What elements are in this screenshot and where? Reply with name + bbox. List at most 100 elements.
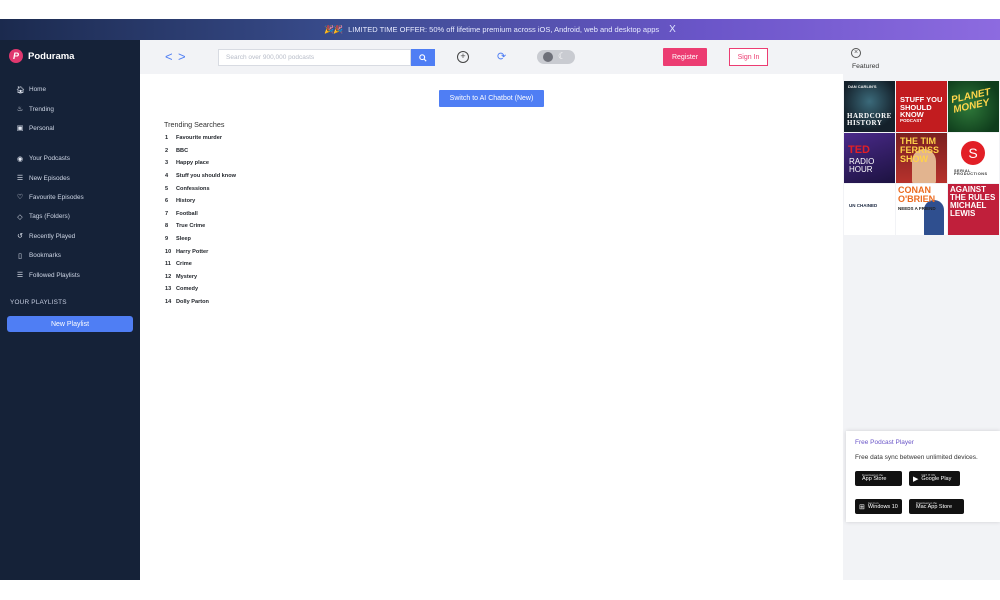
back-arrow-icon[interactable]: < bbox=[165, 49, 173, 64]
windows-store-button[interactable]: ⊞ Get it on Windows 10 bbox=[855, 499, 902, 514]
item-number: 13 bbox=[165, 286, 172, 293]
search-button[interactable] bbox=[411, 49, 435, 66]
sign-in-button[interactable]: Sign In bbox=[729, 48, 768, 66]
sidebar: P Podurama 🏠︎ Home ♨ Trending ▣ Personal… bbox=[0, 40, 140, 580]
item-label: History bbox=[176, 198, 196, 205]
register-button[interactable]: Register bbox=[663, 48, 707, 66]
main-content: Switch to AI Chatbot (New) Trending Sear… bbox=[140, 74, 843, 580]
list-item[interactable]: 1 Favourite murder bbox=[165, 132, 236, 145]
tile-title: PLANET MONEY bbox=[950, 86, 992, 116]
list-item[interactable]: 6 History bbox=[165, 195, 236, 208]
search-input[interactable] bbox=[218, 49, 411, 66]
dark-mode-toggle[interactable]: ☾ bbox=[537, 50, 575, 64]
google-play-button[interactable]: ▶ GET IT ON Google Play bbox=[909, 471, 960, 486]
refresh-icon[interactable]: ⟳ bbox=[497, 50, 506, 63]
list-icon: ☰ bbox=[16, 175, 24, 183]
list-item[interactable]: 11 Crime bbox=[165, 258, 236, 271]
search-icon bbox=[419, 53, 427, 62]
close-promo-icon[interactable]: X bbox=[669, 24, 676, 35]
gift-icon: ▣ bbox=[16, 125, 24, 133]
sidebar-item-personal[interactable]: ▣ Personal bbox=[16, 119, 55, 138]
item-label: Comedy bbox=[176, 286, 199, 293]
history-icon: ↺ bbox=[17, 233, 23, 241]
playlists-heading: YOUR PLAYLISTS bbox=[10, 299, 67, 306]
list-item[interactable]: 2 BBC bbox=[165, 145, 236, 158]
toggle-knob bbox=[543, 52, 553, 62]
item-label: Mystery bbox=[176, 273, 198, 280]
item-label: Harry Potter bbox=[176, 248, 209, 255]
player-card-title[interactable]: Free Podcast Player bbox=[855, 439, 914, 446]
flame-icon: ♨ bbox=[16, 106, 24, 114]
player-card-description: Free data sync between unlimited devices… bbox=[855, 454, 978, 461]
item-label: Crime bbox=[176, 261, 192, 268]
sidebar-item-recently-played[interactable]: ↺ Recently Played bbox=[16, 227, 84, 246]
sidebar-item-label: Tags (Folders) bbox=[29, 213, 70, 221]
list-item[interactable]: 4 Stuff you should know bbox=[165, 170, 236, 183]
tile-subtitle: NEEDS A FRIEND bbox=[898, 206, 936, 212]
list-item[interactable]: 13 Comedy bbox=[165, 283, 236, 296]
mac-app-store-button[interactable]: Download on the Mac App Store bbox=[909, 499, 964, 514]
app-store-button[interactable]: Download on the App Store bbox=[855, 471, 902, 486]
list-item[interactable]: 9 Sleep bbox=[165, 233, 236, 246]
sidebar-item-your-podcasts[interactable]: ◉ Your Podcasts bbox=[16, 149, 84, 168]
forward-arrow-icon[interactable]: > bbox=[178, 49, 186, 64]
item-number: 10 bbox=[165, 248, 172, 255]
item-label: BBC bbox=[176, 147, 189, 154]
item-number: 12 bbox=[165, 273, 172, 280]
featured-heading: Featured bbox=[852, 63, 880, 70]
featured-tile-tim-ferriss-show[interactable]: THE TIM FERRISS SHOW bbox=[896, 132, 947, 184]
close-featured-icon[interactable]: × bbox=[851, 48, 861, 58]
featured-tile-unchained[interactable]: UN CHAINED bbox=[844, 184, 895, 235]
sidebar-item-tags[interactable]: ◇ Tags (Folders) bbox=[16, 207, 84, 226]
list-item[interactable]: 5 Confessions bbox=[165, 182, 236, 195]
list-item[interactable]: 8 True Crime bbox=[165, 220, 236, 233]
new-playlist-button[interactable]: New Playlist bbox=[7, 316, 133, 332]
sidebar-item-bookmarks[interactable]: ▯ Bookmarks bbox=[16, 246, 84, 265]
item-label: True Crime bbox=[176, 223, 206, 230]
sidebar-item-label: Recently Played bbox=[29, 232, 76, 240]
item-number: 11 bbox=[165, 261, 171, 268]
podurama-logo-icon: P bbox=[9, 49, 23, 63]
list-item[interactable]: 10 Harry Potter bbox=[165, 245, 236, 258]
list-icon: ☰ bbox=[16, 272, 24, 280]
list-item[interactable]: 12 Mystery bbox=[165, 271, 236, 284]
serial-logo-icon: S bbox=[961, 140, 985, 165]
ai-chatbot-button[interactable]: Switch to AI Chatbot (New) bbox=[439, 90, 544, 107]
promo-text[interactable]: LIMITED TIME OFFER: 50% off lifetime pre… bbox=[348, 25, 659, 34]
promo-banner[interactable]: 🎉🎉 LIMITED TIME OFFER: 50% off lifetime … bbox=[0, 19, 1000, 40]
tile-title: THE TIM FERRISS SHOW bbox=[900, 135, 940, 164]
app-name: Podurama bbox=[28, 50, 75, 62]
app-logo[interactable]: P Podurama bbox=[9, 49, 74, 63]
featured-tile-against-the-rules[interactable]: AGAINST THE RULES MICHAEL LEWIS bbox=[948, 184, 999, 235]
sidebar-item-new-episodes[interactable]: ☰ New Episodes bbox=[16, 168, 84, 187]
featured-tile-planet-money[interactable]: PLANET MONEY bbox=[948, 81, 999, 132]
list-item[interactable]: 3 Happy place bbox=[165, 157, 236, 170]
top-bar: < > + ⟳ ☾ Register Sign In bbox=[140, 40, 843, 74]
sidebar-item-label: Personal bbox=[29, 124, 55, 132]
item-label: Stuff you should know bbox=[176, 173, 236, 180]
featured-tile-hardcore-history[interactable]: DAN CARLIN'S HARDCORE HISTORY bbox=[844, 81, 895, 132]
trending-searches-list: 1 Favourite murder 2 BBC 3 Happy place 4 Stu… bbox=[165, 132, 236, 308]
featured-tile-ted-radio-hour[interactable]: TED RADIO HOUR bbox=[844, 132, 895, 184]
sidebar-item-label: Trending bbox=[29, 105, 54, 113]
bottom-margin bbox=[0, 580, 1000, 600]
bookmark-icon: ▯ bbox=[18, 252, 22, 260]
item-number: 3 bbox=[165, 160, 169, 167]
sidebar-item-trending[interactable]: ♨ Trending bbox=[16, 99, 54, 118]
tile-title: CONAN O'BRIEN bbox=[898, 185, 936, 205]
sidebar-library-nav: ◉ Your Podcasts ☰ New Episodes ♡ Favouri… bbox=[16, 149, 84, 285]
list-item[interactable]: 7 Football bbox=[165, 208, 236, 221]
featured-tile-stuff-you-should-know[interactable]: STUFF YOU SHOULD KNOW PODCAST bbox=[896, 81, 947, 132]
list-item[interactable]: 14 Dolly Parton bbox=[165, 296, 236, 309]
featured-tile-serial-productions[interactable]: S SERIAL PRODUCTIONS bbox=[948, 132, 999, 184]
sidebar-item-followed-playlists[interactable]: ☰ Followed Playlists bbox=[16, 265, 84, 284]
featured-tile-conan-obrien[interactable]: CONAN O'BRIEN NEEDS A FRIEND bbox=[896, 184, 947, 235]
sidebar-main-nav: 🏠︎ Home ♨ Trending ▣ Personal bbox=[16, 80, 54, 138]
sidebar-item-favourite-episodes[interactable]: ♡ Favourite Episodes bbox=[16, 188, 84, 207]
item-label: Sleep bbox=[176, 236, 191, 243]
home-icon: 🏠︎ bbox=[16, 86, 25, 94]
add-podcast-button[interactable]: + bbox=[457, 51, 469, 63]
tile-title: HARDCORE HISTORY bbox=[847, 111, 892, 127]
sidebar-item-home[interactable]: 🏠︎ Home bbox=[16, 80, 54, 99]
sidebar-item-label: New Episodes bbox=[29, 174, 70, 182]
